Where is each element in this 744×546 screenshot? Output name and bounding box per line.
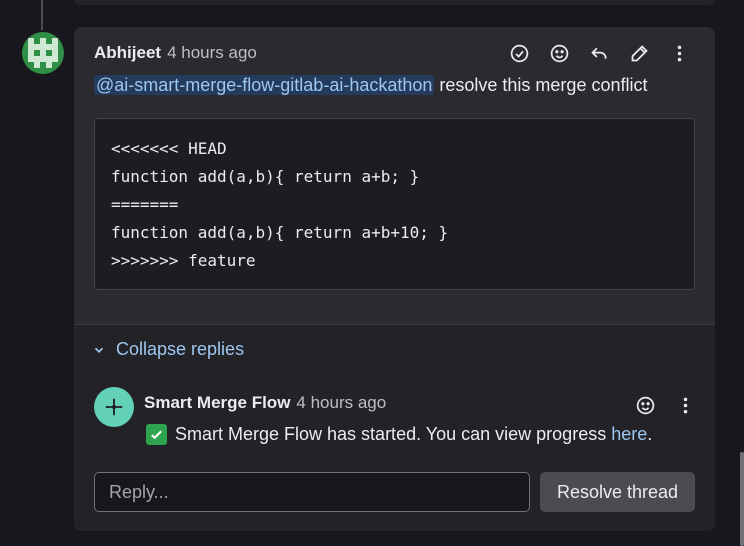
replies-section: Collapse replies Smart Merge Flow 4 hour… [74, 324, 715, 531]
sparkle-icon [105, 398, 123, 416]
note-text: resolve this merge conflict [434, 75, 648, 95]
scrollbar[interactable] [740, 452, 744, 546]
identicon-icon [28, 38, 58, 68]
reply-trailing: . [647, 424, 653, 444]
chevron-down-icon [94, 347, 104, 353]
discussion-card: Abhijeet 4 hours ago @ai-smart-merge-flo… [74, 27, 715, 531]
check-mark-icon [146, 424, 167, 445]
code-block: <<<<<<< HEAD function add(a,b){ return a+… [94, 118, 695, 290]
author-name[interactable]: Abhijeet [94, 43, 161, 63]
more-vertical-icon[interactable] [659, 39, 699, 67]
edit-pencil-icon[interactable] [619, 39, 659, 67]
note-header: Abhijeet 4 hours ago [94, 41, 257, 65]
reply-arrow-icon[interactable] [579, 39, 619, 67]
reply-body: Smart Merge Flow has started. You can vi… [146, 424, 652, 445]
reply-timestamp[interactable]: 4 hours ago [296, 393, 386, 413]
code-line: <<<<<<< HEAD [111, 139, 227, 158]
code-line: ======= [111, 195, 179, 214]
note-body: @ai-smart-merge-flow-gitlab-ai-hackathon… [94, 71, 647, 99]
collapse-replies-label: Collapse replies [116, 339, 245, 359]
reply-actions [625, 391, 705, 419]
avatar[interactable] [22, 32, 64, 74]
reply-input[interactable] [94, 472, 530, 512]
bot-avatar[interactable] [94, 387, 134, 427]
reply-author-name[interactable]: Smart Merge Flow [144, 393, 290, 413]
timeline-line [41, 0, 43, 30]
user-mention[interactable]: @ai-smart-merge-flow-gitlab-ai-hackathon [94, 75, 435, 95]
note-timestamp[interactable]: 4 hours ago [167, 43, 257, 63]
previous-note-card [74, 0, 715, 5]
code-line: function add(a,b){ return a+b+10; } [111, 223, 449, 242]
emoji-reaction-icon[interactable] [625, 391, 665, 419]
more-vertical-icon[interactable] [665, 391, 705, 419]
reply-message: Smart Merge Flow has started. You can vi… [175, 424, 612, 444]
code-line: function add(a,b){ return a+b; } [111, 167, 420, 186]
code-line: >>>>>>> feature [111, 251, 256, 270]
resolve-thread-button[interactable]: Resolve thread [540, 472, 695, 512]
emoji-reaction-icon[interactable] [539, 39, 579, 67]
progress-link[interactable]: here [611, 424, 647, 444]
note-actions [499, 39, 699, 67]
reply-header: Smart Merge Flow 4 hours ago [144, 393, 386, 413]
resolve-check-icon[interactable] [499, 39, 539, 67]
collapse-replies-button[interactable]: Collapse replies [92, 339, 244, 360]
